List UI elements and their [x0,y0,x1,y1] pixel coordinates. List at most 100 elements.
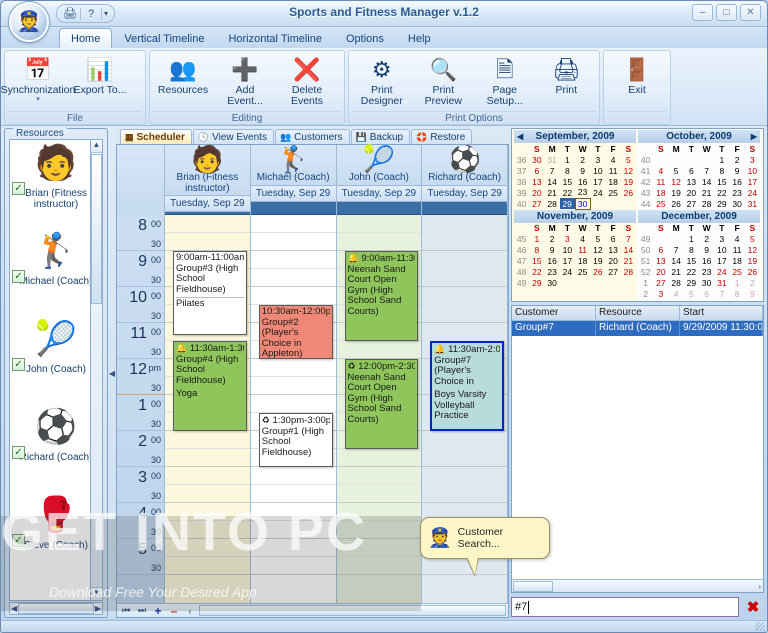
clear-search-button[interactable]: ✖ [742,597,764,617]
resize-grip-icon[interactable] [755,622,765,631]
calendar-day[interactable]: 31 [745,198,760,209]
calendar-day[interactable]: 6 [529,165,544,176]
calendar-day[interactable]: 21 [621,256,636,267]
calendar-day[interactable] [669,234,684,245]
event-block[interactable]: ♻ 12:00pm-2:30pm Neenah Sand Court Open … [344,359,419,449]
event-block-selected[interactable]: 🔔 11:30am-2:00pm Group#7 (Player's Choic… [430,341,504,431]
resource-checkbox[interactable]: ✓ [12,446,25,459]
export-to-button[interactable]: 📊 Export To... [70,53,130,111]
calendar-day[interactable]: 10 [745,165,760,176]
calendar-day[interactable]: 11 [606,165,621,176]
calendar-day[interactable]: 25 [575,267,590,278]
scroll-thumb-h[interactable] [18,603,94,614]
ribbon-tab-options[interactable]: Options [334,28,396,48]
column-header-brian[interactable]: 🧑 Brian (Fitness instructor) Tuesday, Se… [165,145,251,215]
event-block[interactable]: 9:00am-11:00am Group#3 (High School Fiel… [173,251,247,335]
calendar-december[interactable]: December, 2009 S M T W T F S 49 1 2 3 4 … [637,209,761,300]
calendar-day[interactable]: 17 [560,256,575,267]
resource-checkbox[interactable]: ✓ [12,358,25,371]
calendar-day[interactable]: 27 [684,198,699,209]
calendar-day[interactable]: 27 [606,267,621,278]
calendar-day[interactable] [560,278,575,289]
calendar-day[interactable] [606,198,621,209]
calendar-day[interactable]: 10 [560,245,575,256]
scroll-right-icon[interactable]: › [758,582,761,591]
scroll-up-icon[interactable]: ▲ [91,140,102,153]
calendar-day[interactable] [653,234,668,245]
horizontal-scrollbar[interactable] [199,605,506,616]
calendar-day[interactable]: 22 [529,267,544,278]
calendar-day[interactable]: 18 [730,256,745,267]
tab-backup[interactable]: 💾 Backup [350,129,411,144]
calendar-day[interactable]: 18 [575,256,590,267]
calendar-day[interactable]: 15 [684,256,699,267]
exit-button[interactable]: 🚪 Exit [607,53,667,111]
calendar-day[interactable]: 6 [699,289,714,300]
calendar-day[interactable]: 2 [545,234,560,245]
calendar-day[interactable]: 9 [545,245,560,256]
close-button[interactable]: ✕ [740,4,761,21]
calendar-day[interactable] [590,198,605,209]
calendar-day[interactable]: 27 [653,278,668,289]
calendar-day[interactable]: 9 [730,165,745,176]
app-orb-button[interactable]: 👮 [9,2,49,42]
page-setup-button[interactable]: 🗎 Page Setup... [475,53,535,111]
list-item[interactable]: 🎾 John (Coach) ✓ [10,316,102,404]
calendar-day[interactable]: 13 [529,176,544,187]
calendar-day[interactable]: 2 [745,278,760,289]
calendar-day[interactable]: 28 [669,278,684,289]
list-item[interactable]: 🏌 Michael (Coach) ✓ [10,228,102,316]
calendar-day[interactable]: 25 [653,198,668,209]
column-allday-band[interactable] [250,201,336,215]
calendar-day[interactable]: 18 [606,176,621,187]
calendar-day[interactable]: 2 [699,234,714,245]
calendar-day[interactable]: 5 [621,154,636,165]
calendar-day[interactable] [684,154,699,165]
calendar-day[interactable]: 25 [606,187,621,198]
list-item[interactable]: 🥊 Steve (Coach) ✓ [10,492,102,580]
ribbon-tab-home[interactable]: Home [59,28,113,48]
resources-vertical-scrollbar[interactable]: ▲ ▼ [90,139,103,601]
calendar-day[interactable]: 19 [590,256,605,267]
scroll-right-icon[interactable]: ▶ [95,604,101,613]
calendar-day[interactable]: 1 [714,154,729,165]
calendar-day[interactable] [621,198,636,209]
calendar-day[interactable] [621,278,636,289]
calendar-day[interactable]: 29 [714,198,729,209]
calendar-day-selected[interactable]: 30 [574,197,591,210]
calendar-day[interactable]: 9 [699,245,714,256]
calendar-day[interactable]: 17 [714,256,729,267]
calendar-november[interactable]: November, 2009 S M T W T F S 45 1 2 3 4 … [513,209,637,300]
column-header-michael[interactable]: 🏌 Michael (Coach) Tuesday, Sep 29 [250,145,337,215]
calendar-day[interactable]: 20 [529,187,544,198]
calendar-day[interactable]: 24 [590,187,605,198]
calendar-day[interactable]: 13 [606,245,621,256]
calendar-day[interactable]: 21 [545,187,560,198]
calendar-day[interactable]: 1 [529,234,544,245]
calendar-day[interactable]: 5 [684,289,699,300]
calendar-day[interactable]: 29 [529,278,544,289]
calendar-day[interactable]: 22 [714,187,729,198]
grid-horizontal-scrollbar[interactable]: › [512,579,763,592]
calendar-day[interactable]: 6 [653,245,668,256]
calendar-october[interactable]: October, 2009 ▶ S M T W T F S 40 1 2 3 4… [637,130,761,210]
column-header-richard[interactable]: ⚽ Richard (Coach) Tuesday, Sep 29 [422,145,508,215]
tab-scheduler[interactable]: ▦ Scheduler [120,129,192,144]
scroll-left-icon[interactable]: ◀ [11,604,17,613]
calendar-day[interactable] [590,278,605,289]
calendar-day[interactable]: 16 [545,256,560,267]
calendar-day[interactable]: 13 [653,256,668,267]
calendar-day[interactable]: 6 [684,165,699,176]
calendar-day[interactable]: 23 [545,267,560,278]
first-button[interactable]: ⏮ [119,605,133,616]
calendar-day[interactable]: 6 [606,234,621,245]
calendar-day[interactable]: 7 [669,245,684,256]
maximize-button[interactable]: □ [716,4,737,21]
chevron-down-icon[interactable]: ▾ [36,96,40,103]
list-item[interactable]: ⚽ Richard (Coach) ✓ [10,404,102,492]
calendar-day[interactable] [575,278,590,289]
calendar-day[interactable]: 14 [621,245,636,256]
calendar-day[interactable]: 11 [730,245,745,256]
day-column-michael[interactable]: 10:30am-12:00pm Group#2 (Player's Choice… [250,215,337,603]
column-header-start[interactable]: Start [680,305,763,320]
